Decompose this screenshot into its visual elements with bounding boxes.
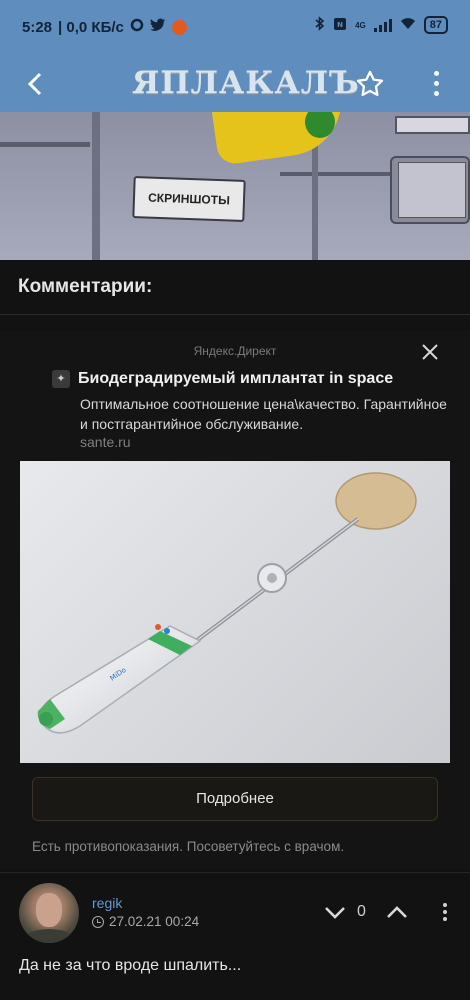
ad-domain[interactable]: sante.ru — [80, 434, 131, 450]
status-bar: 5:28 | 0,0 КБ/с N 4G 87 — [0, 0, 470, 56]
notification-icon — [171, 19, 187, 35]
signal-icon — [373, 18, 392, 32]
comment-item: regik 27.02.21 00:24 0 Да не за что врод… — [0, 872, 470, 1000]
comments-heading: Комментарии: — [18, 276, 153, 297]
twitter-icon — [149, 18, 166, 36]
site-logo[interactable]: ЯПЛАКАЛЪ — [132, 65, 360, 101]
ad-description: Оптимальное соотношение цена\качество. Г… — [80, 396, 447, 432]
svg-text:N: N — [337, 21, 343, 29]
divider — [0, 314, 470, 315]
clock-icon — [92, 915, 104, 928]
nfc-icon: N — [333, 17, 347, 34]
ad-title-row[interactable]: ✦ Биодеградируемый имплантат in space — [52, 370, 393, 388]
arrow-left-icon — [27, 72, 42, 96]
post-image[interactable]: СКРИНШОТЫ — [0, 112, 470, 260]
ad-warning-text: Есть противопоказания. Посоветуйтесь с в… — [32, 839, 345, 854]
vote-down-button[interactable] — [322, 899, 348, 925]
chevron-up-icon — [387, 906, 407, 918]
ad-title[interactable]: Биодеградируемый имплантат in space — [78, 370, 393, 388]
app-bar: ЯПЛАКАЛЪ — [0, 56, 470, 112]
ad-favicon-icon: ✦ — [52, 370, 70, 388]
ad-block[interactable]: Яндекс.Директ ✦ Биодеградируемый имплант… — [0, 330, 470, 870]
chevron-down-icon — [325, 907, 345, 919]
comment-text: Да не за что вроде шпалить... — [19, 957, 242, 974]
avatar[interactable] — [19, 883, 79, 943]
wifi-icon — [400, 17, 416, 33]
more-vertical-icon — [438, 899, 452, 921]
ad-source-label: Яндекс.Директ — [193, 344, 277, 358]
more-vertical-icon — [424, 66, 448, 96]
back-button[interactable] — [20, 66, 56, 102]
comment-menu-button[interactable] — [438, 899, 452, 927]
close-icon — [422, 344, 438, 360]
circle-app-icon — [130, 18, 144, 36]
post-image-sign: СКРИНШОТЫ — [132, 176, 246, 222]
bluetooth-icon — [315, 16, 325, 34]
ad-close-button[interactable] — [418, 340, 442, 364]
vote-up-button[interactable] — [384, 899, 410, 925]
comment-username[interactable]: regik — [92, 895, 122, 911]
status-network-speed: | 0,0 КБ/с — [58, 18, 124, 36]
comment-time-row: 27.02.21 00:24 — [92, 914, 199, 929]
more-menu-button[interactable] — [424, 66, 448, 102]
battery-icon: 87 — [423, 16, 448, 34]
status-time: 5:28 — [22, 18, 53, 36]
status-left: 5:28 | 0,0 КБ/с — [22, 18, 187, 36]
ad-product-image[interactable]: MiDo — [20, 461, 450, 763]
favorite-button[interactable] — [352, 66, 388, 102]
comment-rating: 0 — [357, 903, 366, 920]
star-outline-icon — [356, 70, 384, 97]
network-type: 4G — [355, 20, 366, 30]
status-right: N 4G 87 — [315, 16, 448, 34]
ad-more-button[interactable]: Подробнее — [32, 777, 438, 821]
comment-timestamp: 27.02.21 00:24 — [109, 914, 200, 929]
